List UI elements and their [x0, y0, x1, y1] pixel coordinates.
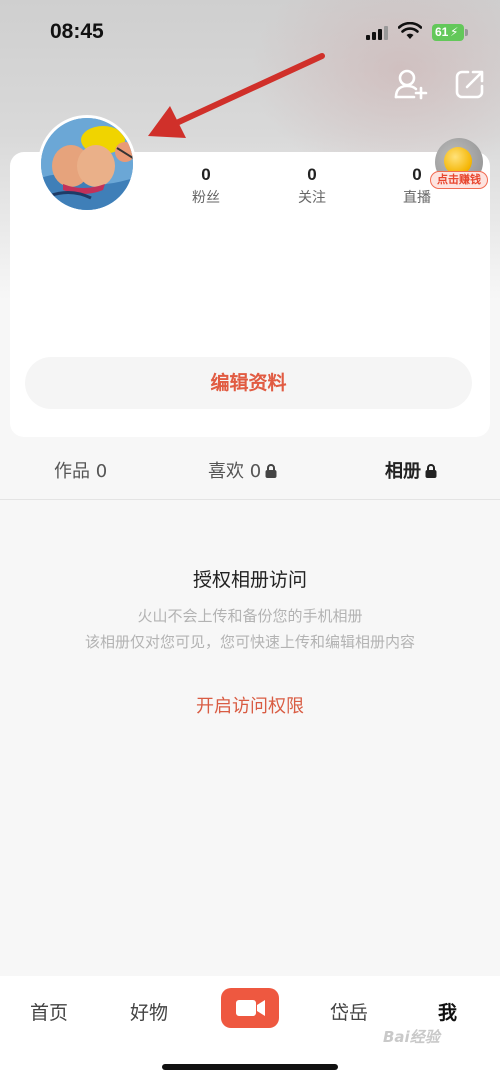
nav-home[interactable]: 首页 — [30, 998, 68, 1025]
watermark: Bai经验 — [383, 1028, 440, 1046]
home-indicator — [162, 1064, 338, 1070]
tab-label: 喜欢 0 — [208, 461, 262, 482]
open-access-link[interactable]: 开启访问权限 — [0, 692, 500, 718]
share-icon[interactable] — [454, 68, 486, 100]
content-tabs: 作品 0 喜欢 0 相册 — [0, 445, 500, 500]
album-permission-title: 授权相册访问 — [192, 569, 307, 591]
cellular-signal-icon — [366, 26, 388, 40]
tab-label: 相册 — [385, 461, 421, 482]
battery-level: 61 — [435, 25, 449, 39]
charging-icon: ⚡ — [450, 25, 459, 39]
stat-value: 0 — [307, 165, 317, 184]
tab-album[interactable]: 相册 — [385, 457, 437, 483]
battery-indicator: 61 — [432, 24, 464, 41]
video-camera-icon — [236, 1000, 265, 1016]
nav-me[interactable]: 我 — [438, 998, 457, 1025]
stat-label: 关注 — [298, 190, 326, 206]
edit-profile-button[interactable]: 编辑资料 — [25, 357, 472, 409]
album-permission-description: 火山不会上传和备份您的手机相册 — [137, 607, 363, 625]
avatar[interactable] — [38, 115, 136, 213]
lock-icon — [265, 464, 277, 478]
lock-icon — [425, 464, 437, 478]
tab-likes[interactable]: 喜欢 0 — [208, 457, 277, 483]
album-permission-description: 该相册仅对您可见，您可快速上传和编辑相册内容 — [84, 633, 415, 651]
stat-label: 直播 — [403, 190, 431, 206]
nav-goods[interactable]: 好物 — [130, 998, 168, 1025]
battery-tip — [465, 29, 468, 36]
stat-following[interactable]: 0 关注 — [282, 165, 342, 207]
tab-label: 作品 0 — [54, 461, 108, 482]
wifi-icon — [398, 22, 422, 39]
stat-value: 0 — [201, 165, 211, 184]
earn-coins-label: 点击赚钱 — [430, 171, 488, 189]
stat-fans[interactable]: 0 粉丝 — [176, 165, 236, 207]
red-arrow-annotation — [148, 53, 325, 138]
add-user-icon[interactable] — [394, 68, 428, 100]
tab-works[interactable]: 作品 0 — [54, 457, 107, 483]
camera-button[interactable] — [221, 988, 279, 1028]
nav-daiyue[interactable]: 岱岳 — [330, 998, 368, 1025]
earn-coins-badge[interactable]: 点击赚钱 — [430, 138, 488, 190]
stat-label: 粉丝 — [192, 190, 220, 206]
status-time: 08:45 — [50, 20, 104, 43]
